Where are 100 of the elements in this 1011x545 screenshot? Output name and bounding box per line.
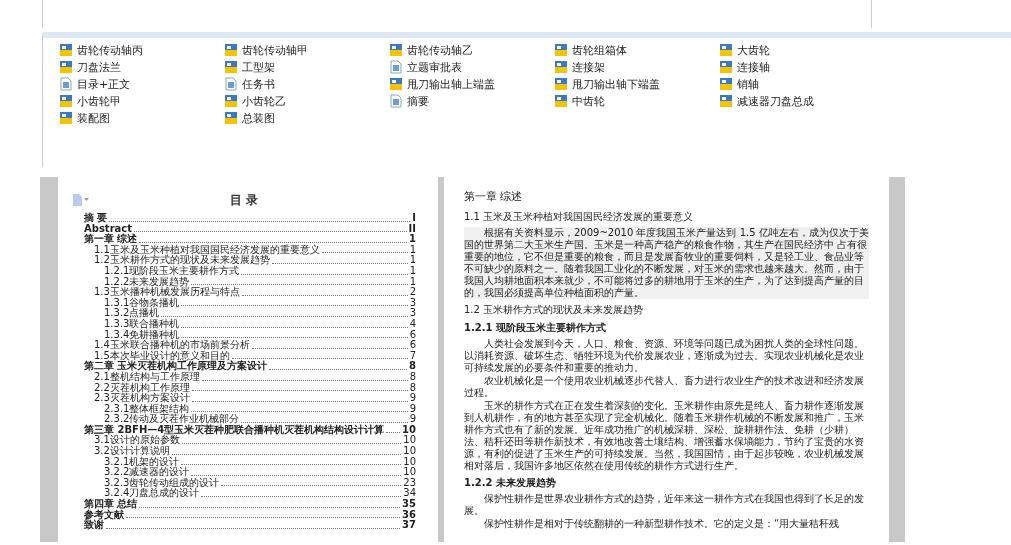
subsection-heading: 1.2.2 未来发展趋势 [464, 476, 557, 490]
page-number: I [412, 213, 416, 224]
toc-entry: 3.1设计的原始参数 [94, 435, 180, 447]
drawing-file-icon [719, 94, 733, 108]
drawing-file-icon [59, 43, 73, 57]
caret-icon[interactable] [84, 198, 89, 202]
document-file-icon [389, 94, 403, 108]
page-number: 3 [409, 308, 416, 319]
toc-entry: 第三章 2BFH—4型玉米灭茬种肥联合播种机灭茬机构结构设计计算 [84, 424, 385, 436]
toc-entry: 2.3灭茬机构方案设计 [94, 393, 190, 404]
toc-entry: 1.2.1现阶段玉米主要耕作方式 [104, 265, 240, 276]
toc-entry: 3.2设计计算说明 [94, 446, 170, 457]
file-item[interactable]: 齿轮传动轴乙 [389, 42, 473, 58]
toc-entry: Abstract [84, 223, 133, 234]
page-number: 7 [409, 350, 416, 361]
file-item[interactable]: 立题审批表 [389, 59, 462, 75]
toc-entry: 第四章 总结 [84, 499, 138, 510]
drawing-file-icon [554, 94, 568, 108]
file-item[interactable]: 小齿轮乙 [224, 93, 286, 109]
paragraph: 保护性耕作是相对于传统翻耕的一种新型耕作技术。它的定义是：“用大量秸秆残 [483, 518, 841, 530]
drawing-file-icon [554, 60, 568, 74]
paragraph: 保护性耕作是世界农业耕作方式的趋势，近年来这一耕作方式在我国也得到了长足的发展。 [464, 493, 865, 517]
file-item[interactable]: 目录+正文 [59, 76, 131, 92]
drawing-file-icon [719, 60, 733, 74]
paragraph: 根据有关资料显示，2009~2010 年度我国玉米产量达到 1.5 亿吨左右，成为仅次于美国的世界第二大玉米生产国。玉米是一种高产稳产的粮食作物，其生产在国民经济中 占有很重要的地位，它不但是重要的粮食，而且是发展畜牧业的重要饲料，又是轻工业、食品业等不可缺少的原料之一。随着我国工业化的不断发展，对玉米的需求也越来越大。然而，由于我国人均耕地面积本来就少，不可能将过多的耕地用于玉米的生产，为了达到提高产量的目的，我国必须提高单位种植面积的产量。 [464, 227, 869, 299]
file-item[interactable]: 摘要 [389, 93, 429, 109]
file-item[interactable]: 总装图 [224, 110, 275, 126]
file-item[interactable]: 任务书 [224, 76, 275, 92]
drawing-file-icon [554, 43, 568, 57]
file-item[interactable]: 大齿轮 [719, 42, 770, 58]
toc-entry: 2.3.1整体框架结构 [104, 403, 190, 415]
page-number: 6 [409, 340, 416, 351]
drawing-file-icon [389, 77, 403, 91]
file-item[interactable]: 齿轮传动轴丙 [59, 42, 143, 58]
toc-title: 目 录 [228, 191, 260, 209]
drawing-file-icon [224, 111, 238, 125]
page-number: 1 [409, 255, 416, 266]
page-number: 10 [403, 446, 416, 457]
paragraph: 农业机械化是一个使用农业机械逐步代替人、畜力进行农业生产的技术改进和经济发展过程。 [464, 375, 865, 399]
file-item[interactable]: 工型架 [224, 59, 275, 75]
page-number: II [408, 223, 416, 234]
file-item[interactable]: 甩刀输出轴下端盖 [554, 76, 660, 92]
page-number: 9 [409, 393, 416, 404]
toc-entry: 3.2.3齿轮传动组成的设计 [104, 477, 220, 489]
page-number: 1 [409, 244, 416, 255]
section-heading: 1.2 玉米耕作方式的现状及未来发展趋势 [464, 303, 645, 317]
drawing-file-icon [224, 43, 238, 57]
toc-entry: 第二章 玉米灭茬机构工作原理及方案设计 [84, 361, 268, 372]
toc-entry: 致谢 [84, 520, 104, 531]
drawing-file-icon [224, 94, 238, 108]
document-file-icon [59, 77, 73, 91]
document-icon[interactable] [72, 194, 82, 206]
page-number: 3 [409, 297, 416, 308]
toc-entry: 1.2玉米耕作方式的现状及未来发展趋势 [94, 255, 270, 266]
page-number: 8 [409, 371, 416, 383]
toc-entry: 2.1整机结构与工作原理 [94, 371, 200, 383]
drawing-file-icon [59, 111, 73, 125]
page-number: 4 [409, 318, 416, 330]
file-item[interactable]: 甩刀输出轴上端盖 [389, 76, 495, 92]
page-number: 1 [409, 265, 416, 277]
drawing-file-icon [59, 94, 73, 108]
page-number: 9 [409, 414, 416, 425]
toc-entry: 第一章 综述 [84, 234, 138, 245]
page-number: 36 [402, 509, 416, 520]
page-number: 8 [409, 382, 416, 393]
file-item[interactable]: 中齿轮 [554, 93, 605, 109]
file-item[interactable]: 齿轮组箱体 [554, 42, 627, 58]
page-number: 10 [402, 424, 416, 435]
page-number: 6 [409, 329, 416, 340]
page-number: 10 [403, 435, 416, 446]
file-item[interactable]: 减速器刀盘总成 [719, 93, 814, 109]
page-number: 1 [409, 276, 416, 287]
toc-entry: 摘 要 [84, 213, 108, 223]
drawing-file-icon [554, 77, 568, 91]
document-file-icon [389, 60, 403, 74]
page-number: 10 [403, 456, 416, 467]
toc-entry: 1.2.2未来发展趋势 [104, 276, 190, 288]
toc-entry: 3.2.1机架的设计 [104, 456, 180, 468]
file-item[interactable]: 销轴 [719, 76, 759, 92]
file-item[interactable]: 齿轮传动轴甲 [224, 42, 308, 58]
toc-entry: 1.5本次毕业设计的意义和目的 [94, 350, 230, 361]
file-item[interactable]: 连接架 [554, 59, 605, 75]
drawing-file-icon [59, 60, 73, 74]
page-number: 35 [402, 499, 416, 510]
page-number: 2 [409, 287, 416, 298]
file-item[interactable]: 装配图 [59, 110, 110, 126]
file-item[interactable]: 小齿轮甲 [59, 93, 121, 109]
file-item[interactable]: 连接轴 [719, 59, 770, 75]
drawing-file-icon [719, 77, 733, 91]
toc-entry: 参考文献 [84, 509, 124, 520]
file-item[interactable]: 刀盘法兰 [59, 59, 121, 75]
toc-entry: 3.2.4刀盘总成的设计 [104, 488, 200, 499]
drawing-file-icon [719, 43, 733, 57]
paragraph: 人类社会发展到今天，人口、粮食、资源、环境等问题已成为困扰人类的全球性问题。以消耗资源、破坏生态、牺牲环境为代价发展农业，逐渐成为过去。实现农业机械化是农业可持续发展的必要条件和重要的推动力。 [464, 338, 865, 374]
chapter-heading: 第一章 综述 [464, 189, 524, 204]
document-file-icon [224, 77, 238, 91]
page-number: 1 [409, 234, 416, 245]
page-number: 9 [409, 403, 416, 414]
drawing-file-icon [224, 60, 238, 74]
paragraph: 玉米的耕作方式在正在发生着深刻的变化。玉米耕作由原先是纯人、畜力耕作逐渐发展到人机耕作，有的地方甚至实现了完全机械化。随着玉米耕作机械的不断发展和推广，玉米耕作方式也有了新的发展。近年成功推广的机械深耕、深松、旋耕耕作法、免耕（少耕）法、秸秆还田等耕作新技术，有效地改善土壤结构、增强蓄水保墒能力，节约了宝贵的水资源，有利的促进了玉米生产的可持续发展。当然，我国国情，由于起步较晚，农业机械发展相对落后，我国许多地区依然在使用传统的耕作方式进行生产。 [464, 400, 865, 472]
